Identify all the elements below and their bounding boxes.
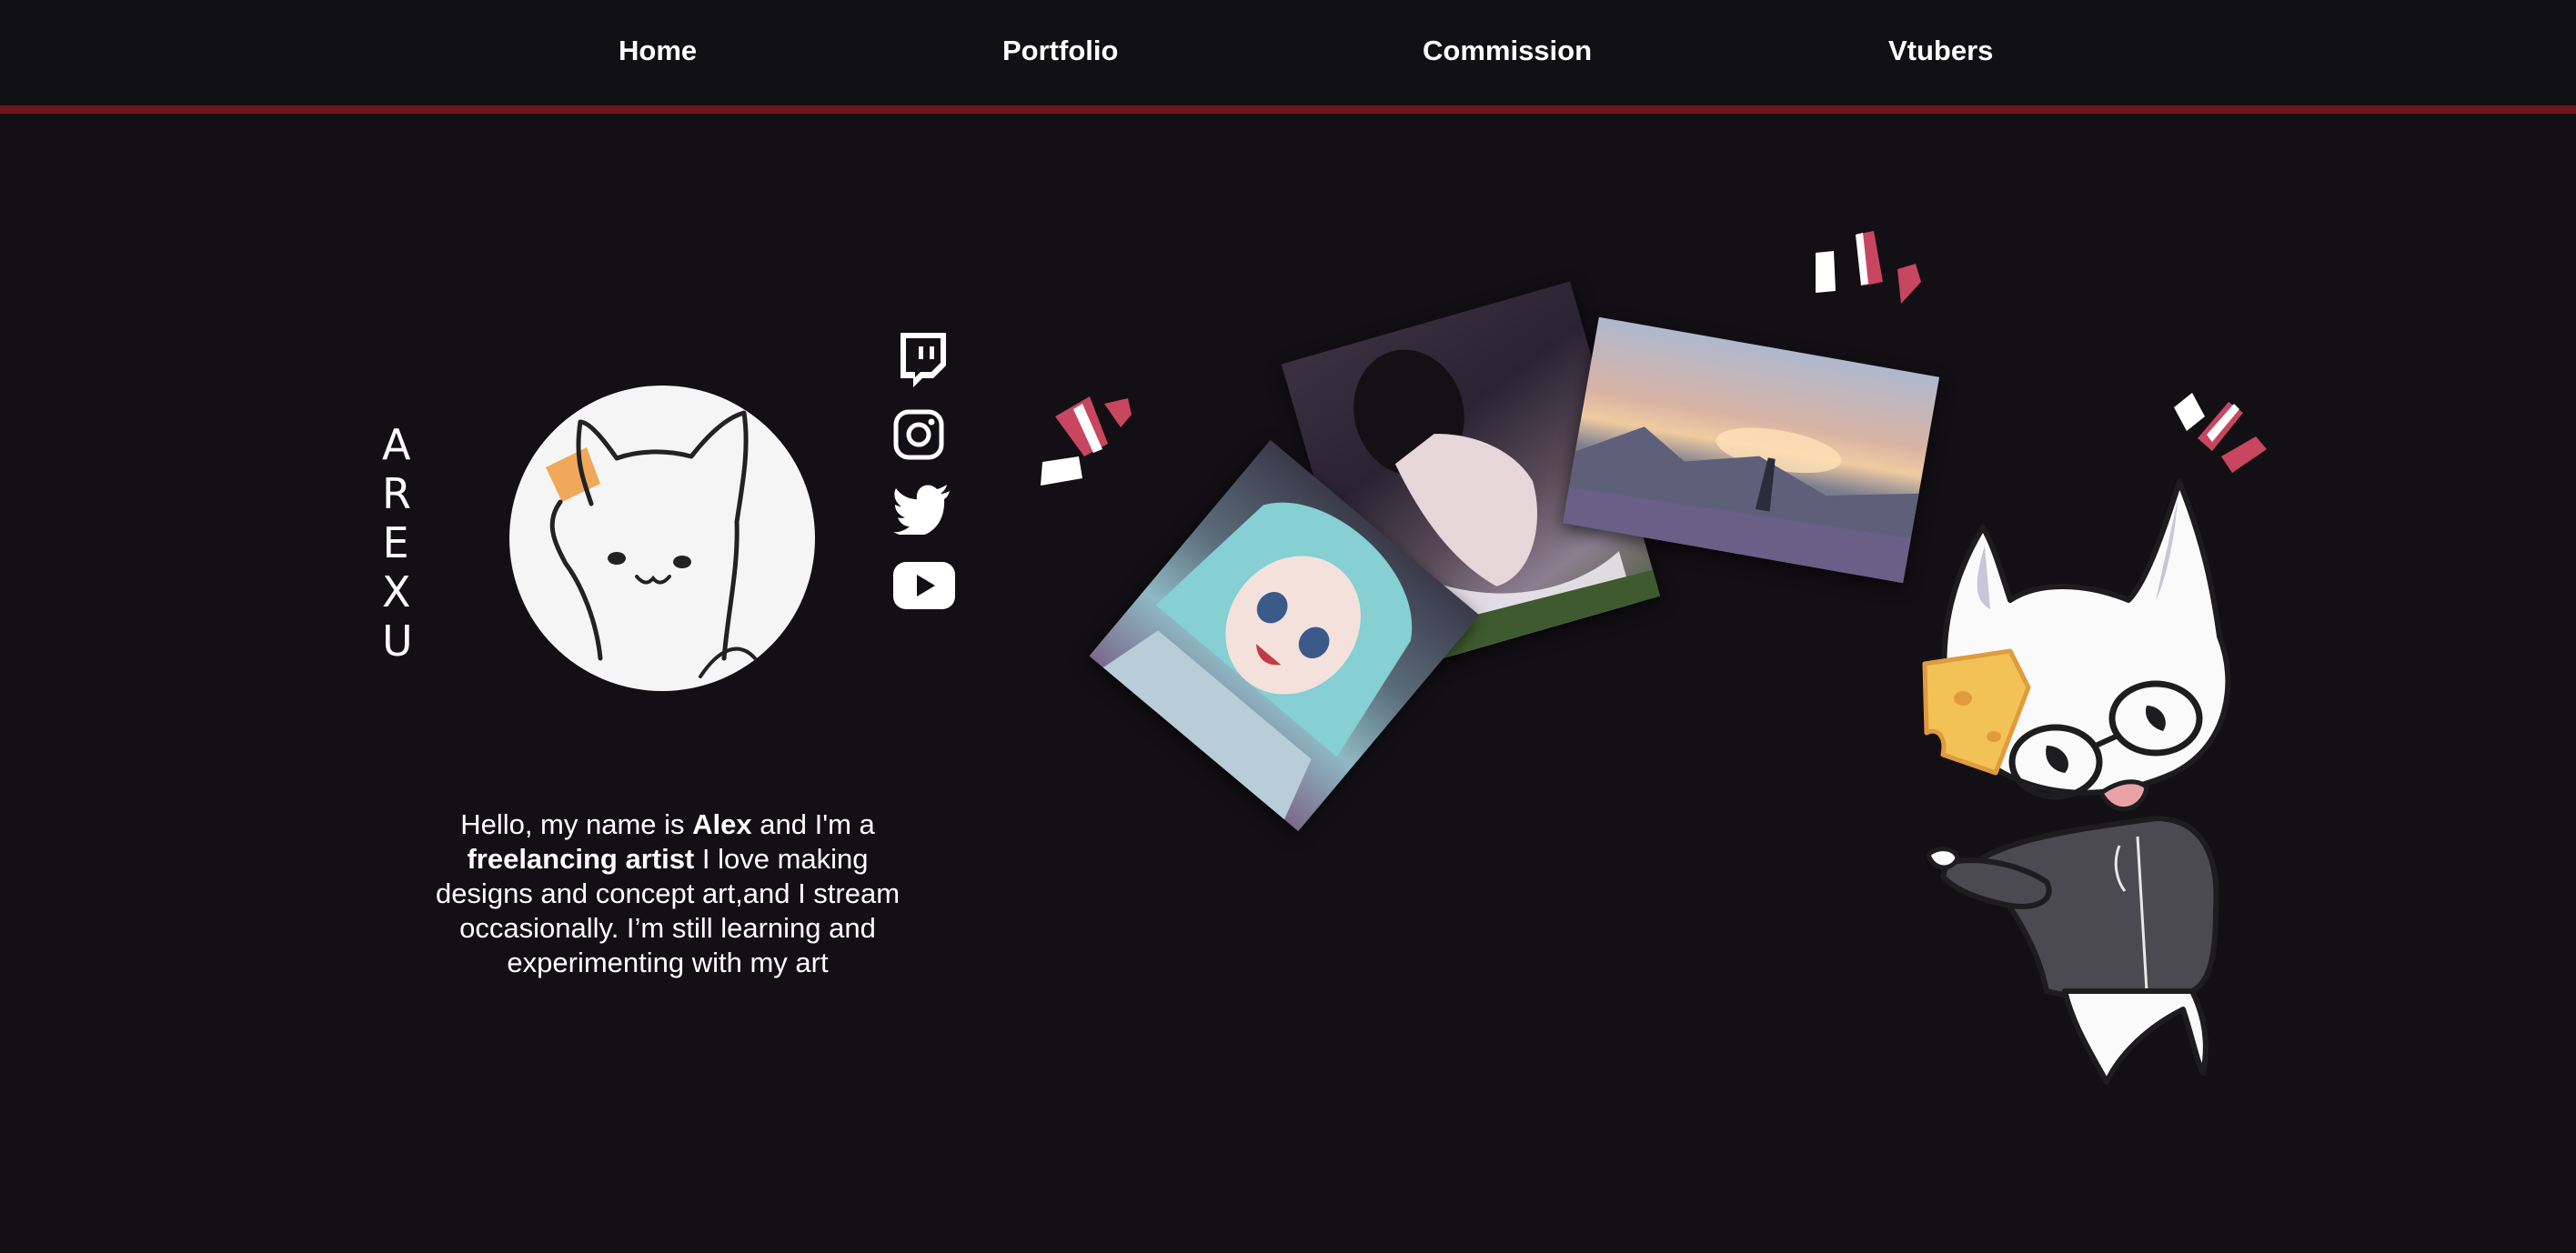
youtube-icon[interactable] <box>893 562 955 614</box>
nav-commission-link[interactable]: Commission <box>1423 35 1592 67</box>
bio-connector: and I'm a <box>751 808 875 840</box>
accent-marks-icon <box>1041 396 1132 486</box>
brand-letter: E <box>382 518 409 567</box>
cat-avatar-illustration <box>546 410 757 678</box>
instagram-icon[interactable] <box>893 409 944 465</box>
bio-intro: Hello, my name is <box>460 808 693 840</box>
bio-name: Alex <box>692 808 752 840</box>
cat-mascot-illustration <box>1922 479 2231 1085</box>
brand-letter: A <box>382 420 411 469</box>
nav-portfolio-link[interactable]: Portfolio <box>1002 35 1118 67</box>
nav-vtubers-link[interactable]: Vtubers <box>1888 35 1993 67</box>
brand-logo: A R E X U <box>382 420 413 666</box>
top-nav: Home Portfolio Commission Vtubers <box>0 0 2576 105</box>
accent-marks-icon <box>1816 231 1921 304</box>
avatar <box>509 386 815 691</box>
brand-letter: X <box>382 567 411 616</box>
nav-divider <box>0 105 2576 114</box>
bio-role: freelancing artist <box>467 843 695 875</box>
bio-text: Hello, my name is Alex and I'm a freelan… <box>435 807 901 980</box>
twitch-icon[interactable] <box>893 331 950 394</box>
brand-letter: U <box>382 616 413 666</box>
accent-marks-icon <box>2174 393 2267 473</box>
brand-letter: R <box>382 469 411 518</box>
twitter-icon[interactable] <box>893 484 951 539</box>
nav-home-link[interactable]: Home <box>619 35 697 67</box>
cheese-icon <box>546 447 600 502</box>
